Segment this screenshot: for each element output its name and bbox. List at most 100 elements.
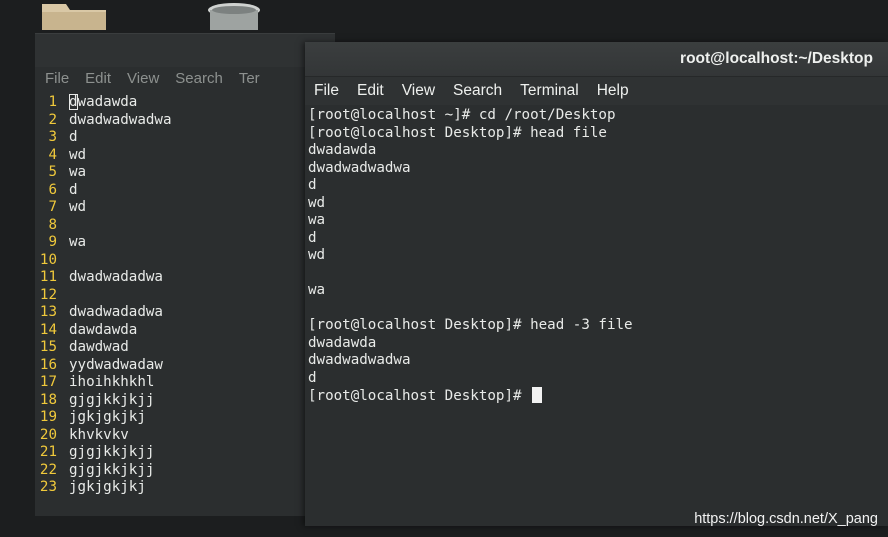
line-number: 1 xyxy=(48,94,57,110)
line-text: gjgjkkjkjj xyxy=(69,461,155,478)
editor-line: 10 xyxy=(35,252,335,270)
line-number: 20 xyxy=(39,426,57,443)
terminal-line: dwadwadwadwa xyxy=(308,159,411,176)
terminal-output[interactable]: [root@localhost ~]# cd /root/Desktop [roo… xyxy=(305,105,888,405)
line-number: 22 xyxy=(39,461,57,478)
editor-line: 22 gjgjkkjkjj xyxy=(35,462,335,480)
editor-cursor: d xyxy=(69,94,78,110)
line-text: wa xyxy=(69,164,87,180)
terminal-cursor xyxy=(532,387,543,403)
terminal-menu-terminal[interactable]: Terminal xyxy=(520,82,579,100)
line-number: 12 xyxy=(39,286,57,303)
line-number: 13 xyxy=(39,304,57,320)
line-number: 7 xyxy=(48,199,57,215)
line-text: yydwadwadaw xyxy=(69,356,163,373)
terminal-menubar: File Edit View Search Terminal Help xyxy=(305,77,888,105)
watermark: https://blog.csdn.net/X_pang xyxy=(694,511,878,527)
editor-line: 17 ihoihkhkhl xyxy=(35,374,335,392)
line-number: 16 xyxy=(39,356,57,373)
editor-line: 2 dwadwadwadwa xyxy=(35,112,335,130)
editor-line: 15 dawdwad xyxy=(35,339,335,357)
terminal-line: wd xyxy=(308,194,326,211)
editor-line: 14 dawdawda xyxy=(35,322,335,340)
line-number: 15 xyxy=(39,339,57,355)
terminal-line: [root@localhost Desktop]# head -3 file xyxy=(308,317,633,333)
line-text: jgkjgkjkj xyxy=(69,479,146,495)
editor-line: 12 xyxy=(35,287,335,305)
editor-line: 5 wa xyxy=(35,164,335,182)
terminal-line: dwadwadwadwa xyxy=(308,352,411,368)
editor-menu-edit[interactable]: Edit xyxy=(85,68,111,90)
editor-line: 9 wa xyxy=(35,234,335,252)
line-number: 21 xyxy=(39,444,57,460)
line-number: 8 xyxy=(48,216,57,233)
terminal-line: dwadawda xyxy=(308,142,377,158)
editor-line: 3d xyxy=(35,129,335,147)
terminal-line: dwadawda xyxy=(308,334,377,351)
terminal-line: d xyxy=(308,229,317,246)
terminal-line: wa xyxy=(308,282,326,298)
terminal-line: d xyxy=(308,369,317,386)
line-number: 3 xyxy=(48,129,57,145)
editor-window[interactable]: File Edit View Search Ter 1 dwadawda 2 dwad… xyxy=(35,33,335,516)
line-number: 6 xyxy=(48,181,57,198)
editor-line: 4 wd xyxy=(35,147,335,165)
line-text: khvkvkv xyxy=(69,426,129,443)
trash-icon[interactable] xyxy=(206,0,262,30)
line-number: 23 xyxy=(39,479,57,495)
editor-menu-file[interactable]: File xyxy=(45,68,69,90)
terminal-menu-file[interactable]: File xyxy=(314,82,339,100)
line-text: dawdwad xyxy=(69,339,129,355)
editor-line: 23 jgkjgkjkj xyxy=(35,479,335,497)
line-text: wa xyxy=(69,234,87,250)
terminal-line: [root@localhost Desktop]# head file xyxy=(308,124,607,141)
terminal-menu-view[interactable]: View xyxy=(402,82,435,100)
editor-menu-terminal[interactable]: Ter xyxy=(239,68,260,90)
line-number: 10 xyxy=(39,251,57,268)
editor-line: 1 dwadawda xyxy=(35,94,335,112)
editor-line: 8 xyxy=(35,217,335,235)
folder-icon[interactable] xyxy=(40,0,108,30)
terminal-menu-edit[interactable]: Edit xyxy=(357,82,384,100)
terminal-menu-help[interactable]: Help xyxy=(597,82,629,100)
editor-menubar: File Edit View Search Ter xyxy=(35,68,335,90)
line-text: ihoihkhkhl xyxy=(69,374,155,390)
line-text: gjgjkkjkjj xyxy=(69,444,155,460)
line-text-rest: wadawda xyxy=(77,94,138,110)
line-number: 14 xyxy=(39,321,57,338)
terminal-titlebar[interactable]: root@localhost:~/Desktop xyxy=(305,42,888,77)
line-text: dwadwadadwa xyxy=(69,269,163,285)
line-number: 11 xyxy=(39,269,57,285)
line-text: wd xyxy=(69,199,87,215)
editor-line: 18 gjgjkkjkjj xyxy=(35,392,335,410)
line-number: 5 xyxy=(48,164,57,180)
editor-line: 11 dwadwadadwa xyxy=(35,269,335,287)
line-text: gjgjkkjkjj xyxy=(69,391,155,408)
terminal-menu-search[interactable]: Search xyxy=(453,82,502,100)
editor-titlebar[interactable] xyxy=(35,34,335,67)
line-text: dwadawda xyxy=(69,94,137,112)
editor-line: 13 dwadwadadwa xyxy=(35,304,335,322)
line-text: d xyxy=(69,129,78,145)
editor-menu-view[interactable]: View xyxy=(127,68,159,90)
terminal-window[interactable]: root@localhost:~/Desktop File Edit View … xyxy=(305,42,888,526)
terminal-line: d xyxy=(308,177,317,193)
terminal-title: root@localhost:~/Desktop xyxy=(680,50,873,67)
line-number: 9 xyxy=(48,234,57,250)
editor-line: 7 wd xyxy=(35,199,335,217)
line-text: d xyxy=(69,181,78,198)
editor-content[interactable]: 1 dwadawda 2 dwadwadwadwa 3 d 4 wd 5 wa 6 d 7 wd 8 9 wa 1… xyxy=(35,94,335,516)
terminal-line: [root@localhost ~]# cd /root/Desktop xyxy=(308,107,616,123)
line-text: jgkjgkjkj xyxy=(69,409,146,425)
editor-line: 6d xyxy=(35,182,335,200)
editor-line: 19 jgkjgkjkj xyxy=(35,409,335,427)
terminal-prompt-line[interactable]: [root@localhost Desktop]# xyxy=(308,387,888,405)
line-number: 18 xyxy=(39,391,57,408)
line-text: dwadwadadwa xyxy=(69,304,163,320)
editor-menu-search[interactable]: Search xyxy=(175,68,223,90)
line-number: 2 xyxy=(48,111,57,128)
terminal-prompt: [root@localhost Desktop]# xyxy=(308,388,531,404)
terminal-line: wd xyxy=(308,247,326,263)
